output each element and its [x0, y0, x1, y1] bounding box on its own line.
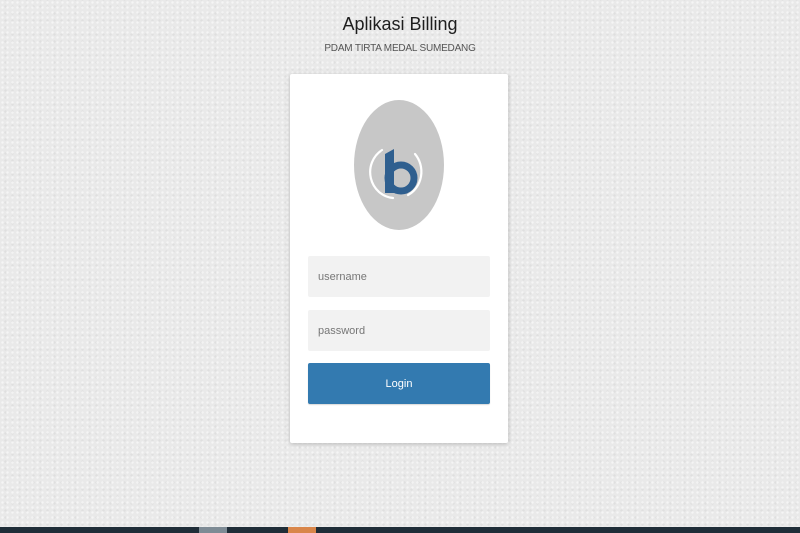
app-title: Aplikasi Billing — [342, 14, 458, 34]
billing-logo — [354, 100, 444, 230]
footer-accent-orange — [288, 527, 316, 533]
billing-b-logo-icon — [369, 148, 423, 200]
footer-accent-grey — [199, 527, 227, 533]
footer-bar — [0, 527, 800, 533]
username-input[interactable] — [308, 256, 490, 297]
password-input[interactable] — [308, 310, 490, 351]
app-subtitle: PDAM TIRTA MEDAL SUMEDANG — [324, 43, 476, 54]
login-card: Login — [290, 74, 508, 443]
login-button[interactable]: Login — [308, 363, 490, 404]
